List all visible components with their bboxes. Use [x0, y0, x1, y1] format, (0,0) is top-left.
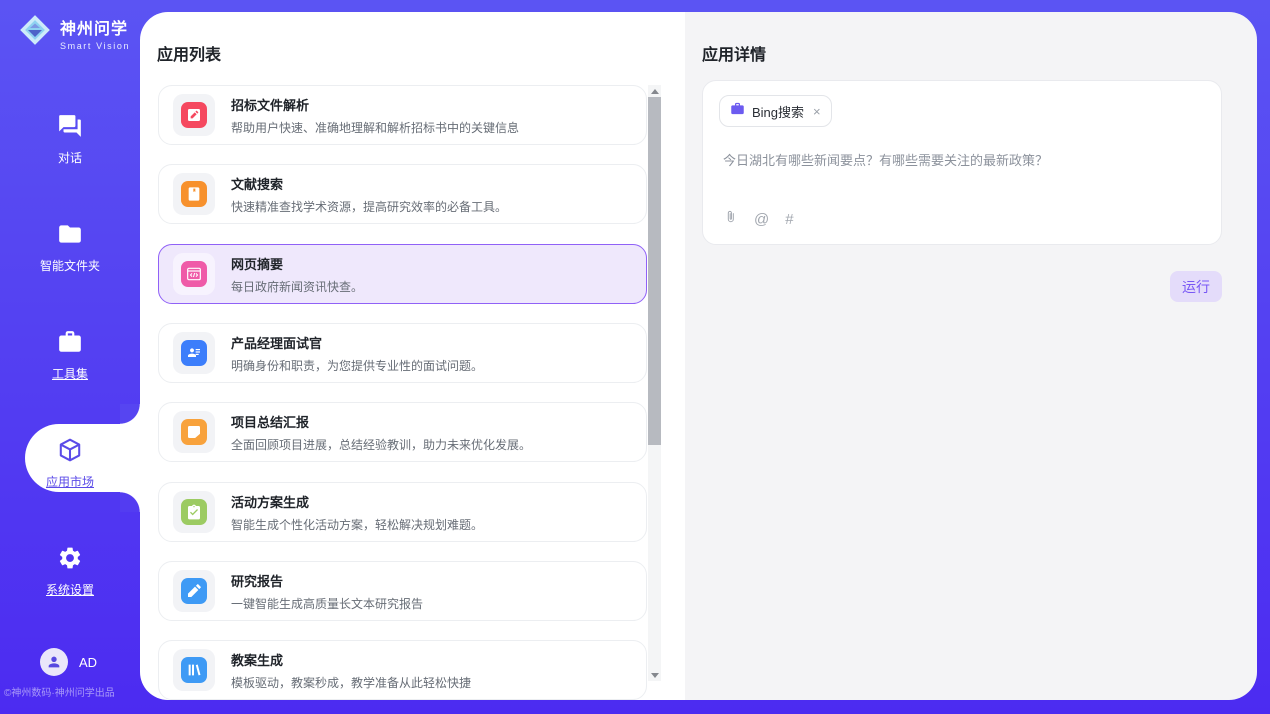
prompt-input[interactable]: 今日湖北有哪些新闻要点？有哪些需要关注的最新政策？: [723, 151, 1201, 171]
scrollbar-thumb[interactable]: [648, 97, 661, 445]
app-card-lesson-plan[interactable]: 教案生成 模板驱动，教案秒成，教学准备从此轻松快捷: [158, 640, 647, 700]
cube-icon: [57, 450, 83, 467]
copyright-text: ©神州数码·神州问学出品: [4, 684, 140, 699]
app-card-bid-analysis[interactable]: 招标文件解析 帮助用户快速、准确地理解和解析招标书中的关键信息: [158, 85, 647, 145]
pen-report-icon: [181, 578, 207, 604]
app-card-title: 产品经理面试官: [231, 333, 483, 352]
sidebar-item-toolset[interactable]: 工具集: [0, 329, 140, 382]
app-card-desc: 每日政府新闻资讯快查。: [231, 278, 363, 295]
app-card-event-plan[interactable]: 活动方案生成 智能生成个性化活动方案，轻松解决规划难题。: [158, 482, 647, 542]
app-card-desc: 快速精准查找学术资源，提高研究效率的必备工具。: [231, 198, 507, 215]
sidebar-item-app-market[interactable]: 应用市场: [0, 437, 140, 490]
gear-icon: [57, 558, 83, 575]
app-icon-frame: [173, 411, 215, 453]
folder-icon: [57, 234, 83, 251]
scroll-down-icon[interactable]: [648, 669, 661, 681]
app-card-desc: 模板驱动，教案秒成，教学准备从此轻松快捷: [231, 674, 471, 691]
browser-code-icon: [181, 261, 207, 287]
app-icon-frame: [173, 570, 215, 612]
user-name: AD: [79, 655, 97, 670]
sidebar-item-label: 智能文件夹: [0, 257, 140, 274]
run-button[interactable]: 运行: [1170, 271, 1222, 302]
main-content: 应用列表 招标文件解析 帮助用户快速、准确地理解和解析招标书中的关键信息 文献搜…: [140, 12, 1257, 700]
app-card-research-report[interactable]: 研究报告 一键智能生成高质量长文本研究报告: [158, 561, 647, 621]
app-card-title: 活动方案生成: [231, 492, 483, 511]
tool-tag-label: Bing搜索: [752, 102, 804, 121]
app-icon-frame: [173, 332, 215, 374]
app-card-project-summary[interactable]: 项目总结汇报 全面回顾项目进展，总结经验教训，助力未来优化发展。: [158, 402, 647, 462]
app-icon-frame: [173, 253, 215, 295]
input-toolbar: @ #: [723, 209, 794, 230]
app-card-title: 网页摘要: [231, 254, 363, 273]
app-detail-title: 应用详情: [702, 41, 766, 65]
app-icon-frame: [173, 649, 215, 691]
paperclip-icon[interactable]: [723, 209, 738, 230]
app-icon-frame: [173, 173, 215, 215]
brand-name: 神州问学: [60, 21, 128, 38]
app-root: { "brand": { "name": "神州问学", "subtitle":…: [0, 0, 1270, 714]
app-card-title: 研究报告: [231, 571, 423, 590]
app-card-desc: 一键智能生成高质量长文本研究报告: [231, 595, 423, 612]
app-card-title: 项目总结汇报: [231, 412, 531, 431]
at-icon[interactable]: @: [754, 211, 769, 228]
note-icon: [181, 419, 207, 445]
app-card-literature-search[interactable]: 文献搜索 快速精准查找学术资源，提高研究效率的必备工具。: [158, 164, 647, 224]
brand-subtitle: Smart Vision: [60, 41, 130, 51]
app-card-title: 文献搜索: [231, 174, 507, 193]
sidebar: 神州问学 Smart Vision 对话 智能文件夹 工具集 应用市场: [0, 0, 140, 714]
app-card-title: 招标文件解析: [231, 95, 519, 114]
app-card-desc: 全面回顾项目进展，总结经验教训，助力未来优化发展。: [231, 436, 531, 453]
app-card-desc: 明确身份和职责，为您提供专业性的面试问题。: [231, 357, 483, 374]
app-card-desc: 帮助用户快速、准确地理解和解析招标书中的关键信息: [231, 119, 519, 136]
books-icon: [181, 657, 207, 683]
app-detail-panel: 应用详情 Bing搜索 × 今日湖北有哪些新闻要点？有哪些需要关注的最新政策？ …: [685, 12, 1257, 700]
bubble-curve-top: [120, 404, 140, 424]
book-icon: [181, 181, 207, 207]
interviewer-icon: [181, 340, 207, 366]
app-list-scrollbar[interactable]: [648, 85, 661, 681]
app-list-panel: 应用列表 招标文件解析 帮助用户快速、准确地理解和解析招标书中的关键信息 文献搜…: [140, 12, 685, 700]
app-icon-frame: [173, 491, 215, 533]
app-icon-frame: [173, 94, 215, 136]
app-list-title: 应用列表: [157, 41, 221, 65]
hash-icon[interactable]: #: [785, 211, 793, 228]
diamond-logo-icon: [16, 11, 54, 54]
sidebar-item-settings[interactable]: 系统设置: [0, 545, 140, 598]
sidebar-item-label: 工具集: [0, 365, 140, 382]
chat-icon: [57, 126, 83, 143]
app-card-title: 教案生成: [231, 650, 471, 669]
sidebar-item-label: 应用市场: [0, 473, 140, 490]
tool-tag-bing-search[interactable]: Bing搜索 ×: [719, 95, 832, 127]
app-card-pm-interviewer[interactable]: 产品经理面试官 明确身份和职责，为您提供专业性的面试问题。: [158, 323, 647, 383]
sidebar-item-label: 系统设置: [0, 581, 140, 598]
edit-doc-icon: [181, 102, 207, 128]
brand-logo: 神州问学 Smart Vision: [16, 11, 130, 54]
scroll-up-icon[interactable]: [648, 85, 661, 97]
prompt-card: Bing搜索 × 今日湖北有哪些新闻要点？有哪些需要关注的最新政策？ @ #: [702, 80, 1222, 245]
avatar: [40, 648, 68, 676]
app-card-desc: 智能生成个性化活动方案，轻松解决规划难题。: [231, 516, 483, 533]
clipboard-check-icon: [181, 499, 207, 525]
toolbox-icon: [57, 342, 83, 359]
bubble-curve-bottom: [120, 492, 140, 512]
briefcase-icon: [730, 101, 745, 121]
close-icon[interactable]: ×: [813, 104, 821, 119]
sidebar-item-label: 对话: [0, 149, 140, 166]
sidebar-item-chat[interactable]: 对话: [0, 113, 140, 166]
app-card-web-summary[interactable]: 网页摘要 每日政府新闻资讯快查。: [158, 244, 647, 304]
sidebar-item-smart-folder[interactable]: 智能文件夹: [0, 221, 140, 274]
user-account[interactable]: AD: [40, 648, 97, 676]
